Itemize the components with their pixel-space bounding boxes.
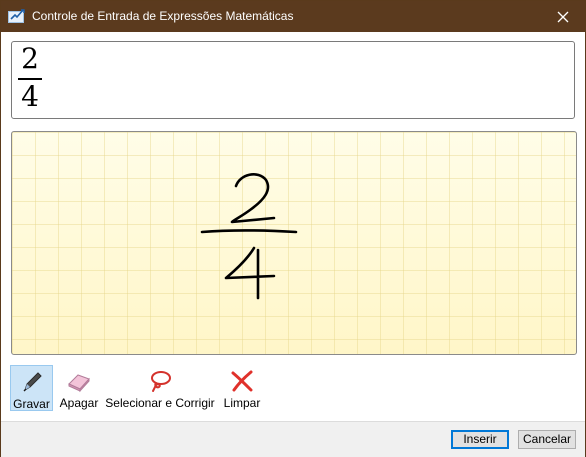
preview-denominator: 4 <box>21 80 39 113</box>
math-input-window: Controle de Entrada de Expressões Matemá… <box>0 0 586 457</box>
tool-write-label: Gravar <box>13 397 50 411</box>
math-input-icon <box>8 9 25 23</box>
clear-x-icon <box>231 370 253 392</box>
title-bar: Controle de Entrada de Expressões Matemá… <box>1 1 585 32</box>
tool-clear-label: Limpar <box>223 396 261 410</box>
preview-numerator: 2 <box>21 42 39 75</box>
eraser-icon <box>68 374 90 393</box>
ink-stroke-numerator <box>230 173 276 224</box>
tool-select-correct-button[interactable]: Selecionar e Corrigir <box>105 365 215 411</box>
tool-select-correct-label: Selecionar e Corrigir <box>105 396 215 410</box>
close-button[interactable] <box>541 1 585 32</box>
tool-write-button[interactable]: Gravar <box>10 365 53 411</box>
lasso-icon <box>151 371 171 392</box>
window-title: Controle de Entrada de Expressões Matemá… <box>32 9 294 23</box>
tool-clear-button[interactable]: Limpar <box>219 365 265 411</box>
ink-stroke-denominator <box>224 246 276 300</box>
ink-strokes <box>200 173 298 300</box>
preview-fraction: 2 4 <box>18 44 42 112</box>
tool-erase-label: Apagar <box>59 396 99 410</box>
handwriting-canvas[interactable] <box>11 131 577 355</box>
expression-preview: 2 4 <box>11 41 575 119</box>
ink-stroke-fraction-bar <box>200 229 298 234</box>
tool-erase-button[interactable]: Apagar <box>57 365 101 411</box>
insert-button[interactable]: Inserir <box>451 430 509 449</box>
close-icon <box>557 11 569 22</box>
pen-icon <box>23 372 42 392</box>
dialog-footer: Inserir Cancelar <box>1 421 585 457</box>
cancel-button[interactable]: Cancelar <box>518 430 576 449</box>
